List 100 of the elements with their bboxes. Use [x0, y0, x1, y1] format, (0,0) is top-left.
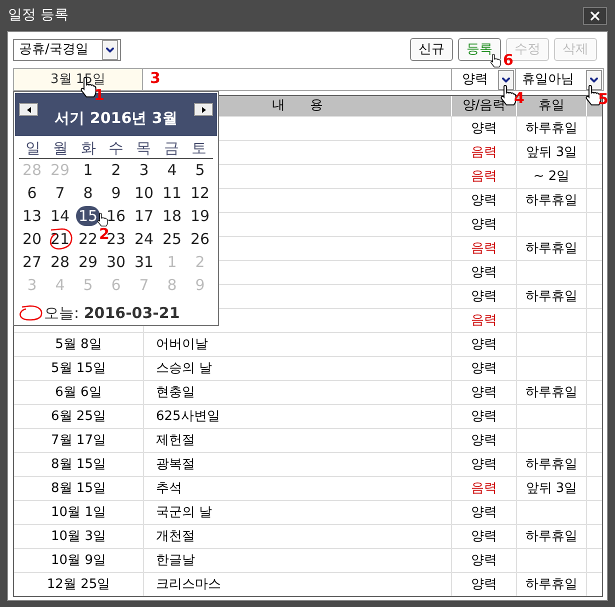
calendar-day[interactable]: 8 — [81, 183, 95, 203]
calendar-day[interactable]: 6 — [25, 183, 39, 203]
table-cell-text: 양력 — [471, 456, 497, 474]
calendar-day[interactable]: 18 — [160, 206, 184, 226]
dropdown-button[interactable] — [498, 70, 514, 90]
table-cell-text: 개천절 — [156, 528, 195, 546]
annotation-number: 3 — [150, 70, 160, 86]
table-cell-text: 국군의 날 — [156, 504, 212, 522]
toolbar-button[interactable]: 등록 — [458, 38, 501, 61]
table-cell-text: 한글날 — [156, 552, 195, 570]
calendar-day[interactable]: 26 — [188, 229, 212, 249]
table-cell-text: 6월 6일 — [55, 384, 102, 402]
calendar-day[interactable]: 12 — [188, 183, 212, 203]
table-cell-text: 8월 15일 — [51, 456, 106, 474]
calendar-day[interactable]: 31 — [132, 252, 156, 272]
table-cell-text: 스승의 날 — [156, 360, 212, 378]
table-cell-text: 양력 — [471, 192, 497, 210]
calendar-day[interactable]: 11 — [160, 183, 184, 203]
calendar-day[interactable]: 29 — [76, 252, 100, 272]
table-cell-text: 하루휴일 — [526, 384, 578, 402]
calendar-day[interactable]: 5 — [193, 160, 207, 180]
weekday-label: 목 — [135, 138, 152, 158]
table-cell-text: 제헌절 — [156, 432, 195, 450]
calendar-day[interactable]: 17 — [132, 206, 156, 226]
calendar-day[interactable]: 9 — [109, 183, 123, 203]
calendar-day[interactable]: 20 — [20, 229, 44, 249]
calendar-day[interactable]: 22 — [76, 229, 100, 249]
calendar-day[interactable]: 19 — [188, 206, 212, 226]
weekday-label: 토 — [190, 138, 208, 158]
previous-month-button[interactable] — [19, 103, 38, 116]
table-cell-text: 양력 — [471, 384, 497, 402]
table-cell-text: 양력 — [471, 336, 497, 354]
table-cell-text: 10월 9일 — [51, 552, 106, 570]
table-cell-text: 음력 — [471, 240, 497, 258]
table-cell-text: 하루휴일 — [526, 192, 578, 210]
calendar-day[interactable]: 24 — [132, 229, 156, 249]
table-cell-text: 10월 1일 — [51, 504, 106, 522]
annotation-number: 2 — [99, 226, 110, 242]
table-cell-text: 음력 — [471, 480, 497, 498]
table-cell-text: 하루휴일 — [526, 288, 578, 306]
right-triangle-icon — [202, 106, 206, 112]
calendar-day[interactable]: 14 — [48, 206, 72, 226]
name-field[interactable] — [143, 68, 451, 91]
window-title: 일정 등록 — [8, 6, 68, 25]
calendar-day[interactable]: 10 — [132, 183, 156, 203]
calendar-day[interactable]: 3 — [137, 160, 151, 180]
left-triangle-icon — [26, 106, 30, 112]
calendar-day[interactable]: 1 — [81, 160, 95, 180]
hand-cursor-icon — [97, 212, 109, 227]
table-cell-text: 625사변일 — [156, 408, 220, 426]
calendar-day[interactable]: 13 — [20, 206, 44, 226]
table-cell-text: 양력 — [471, 216, 497, 234]
weekday-label: 일 — [24, 138, 42, 158]
table-cell-text: 7월 17일 — [51, 432, 106, 450]
toolbar-button[interactable]: 신규 — [410, 38, 453, 61]
table-cell-text: 앞뒤 3일 — [526, 480, 578, 498]
table-cell-text: 어버이날 — [156, 336, 208, 354]
dropdown-button[interactable] — [586, 70, 602, 90]
table-cell-text: 하루휴일 — [526, 528, 578, 546]
table-cell-text: 5월 15일 — [51, 360, 106, 378]
category-select[interactable]: 공휴/국경일 — [13, 38, 121, 60]
calendar-day[interactable]: 30 — [104, 252, 128, 272]
table-cell-text: 음력 — [471, 168, 497, 186]
weekday-label: 월 — [52, 138, 70, 158]
weekday-label: 금 — [162, 138, 180, 158]
calendar-type-select[interactable]: 양력 — [451, 68, 516, 91]
weekday-label: 화 — [80, 138, 97, 158]
table-cell-text: 음력 — [471, 144, 497, 162]
table-cell-text: 6월 25일 — [51, 408, 106, 426]
table-cell-text: 12월 25일 — [46, 576, 110, 594]
table-cell-text: 크리스마스 — [156, 576, 221, 594]
table-cell-text: 양력 — [471, 264, 497, 282]
table-cell-text: 양력 — [471, 528, 497, 546]
calendar-day[interactable]: 15 — [76, 206, 100, 226]
table-cell-text: 하루휴일 — [526, 120, 578, 138]
hand-cursor-icon — [490, 53, 502, 68]
table-cell-text: 하루휴일 — [526, 456, 578, 474]
table-cell-text: 양력 — [471, 552, 497, 570]
table-cell-text: 양력 — [471, 504, 497, 522]
table-cell-text: 양력 — [471, 120, 497, 138]
holiday-select[interactable]: 휴일아님 — [516, 68, 604, 91]
table-cell-text: 하루휴일 — [526, 240, 578, 258]
dropdown-button[interactable] — [102, 40, 118, 60]
calendar-day[interactable]: 28 — [48, 252, 72, 272]
calendar-day[interactable]: 2 — [109, 160, 123, 180]
table-cell-text: 양력 — [471, 408, 497, 426]
table-cell-text: 광복절 — [156, 456, 195, 474]
table-cell-text: 양력 — [471, 576, 497, 594]
calendar-day[interactable]: 16 — [104, 206, 128, 226]
today-label: 오늘: 2016-03-21 — [44, 302, 180, 324]
table-cell-text: 8월 15일 — [51, 480, 106, 498]
calendar-day[interactable]: 7 — [53, 183, 67, 203]
calendar-day[interactable]: 27 — [20, 252, 44, 272]
next-month-button[interactable] — [194, 103, 213, 116]
weekday-label: 수 — [107, 138, 124, 158]
calendar-day[interactable]: 25 — [160, 229, 184, 249]
close-button[interactable] — [583, 6, 607, 24]
calendar-day[interactable]: 4 — [165, 160, 179, 180]
table-cell-text: 현충일 — [156, 384, 195, 402]
table-cell-text: ~ 2일 — [533, 168, 570, 186]
